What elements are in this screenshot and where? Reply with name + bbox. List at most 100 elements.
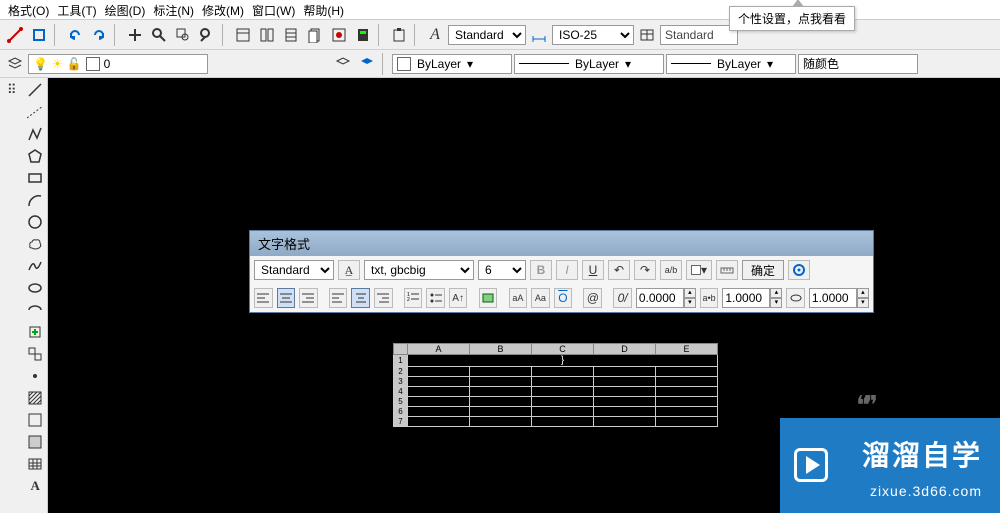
lineweight-selector[interactable]: ByLayer ▾ [666,54,796,74]
dim-style-icon[interactable] [528,24,550,46]
mtext-icon[interactable]: A [25,476,45,496]
zoom-previous-icon[interactable] [196,24,218,46]
menu-tools[interactable]: 工具(T) [57,2,96,17]
justify-left-icon[interactable] [329,288,348,308]
table-cell[interactable] [408,367,470,377]
paste-icon[interactable] [388,24,410,46]
insert-field-icon[interactable] [479,288,498,308]
width-factor-input[interactable]: ▴▾ [722,288,782,308]
options-button[interactable] [788,260,810,280]
menu-draw[interactable]: 绘图(D) [105,2,146,17]
table-cell[interactable] [470,407,532,417]
distance-icon[interactable] [4,24,26,46]
table-cell[interactable] [656,397,718,407]
uppercase-aa-icon[interactable]: aA [509,288,528,308]
oblique-icon[interactable]: 0/ [613,288,632,308]
spin-up-icon[interactable]: ▴ [770,288,782,298]
table-cell[interactable] [470,377,532,387]
layer-states-icon[interactable] [356,53,378,75]
layer-manager-icon[interactable] [4,53,26,75]
spin-down-icon[interactable]: ▾ [857,298,869,308]
align-tr-icon[interactable] [299,288,318,308]
font-select[interactable]: txt, gbcbig [364,260,474,280]
line-icon[interactable] [25,80,45,100]
table-cell[interactable] [656,417,718,427]
hatch-icon[interactable] [25,388,45,408]
design-center-icon[interactable] [256,24,278,46]
text-height-select[interactable]: 6 [478,260,526,280]
symbol-icon[interactable]: @ [583,288,602,308]
circle-icon[interactable] [25,212,45,232]
ruler-button[interactable] [716,260,738,280]
justify-right-icon[interactable] [374,288,393,308]
table-cell[interactable] [408,407,470,417]
table-row-header[interactable]: 7 [394,417,408,427]
dim-style-dropdown[interactable]: ISO-25 [552,25,634,45]
spin-down-icon[interactable]: ▾ [684,298,696,308]
redo-icon[interactable] [88,24,110,46]
numbered-list-icon[interactable]: 12 [404,288,423,308]
align-tl-icon[interactable] [254,288,273,308]
oblique-angle-icon[interactable] [786,288,805,308]
construction-line-icon[interactable] [25,102,45,122]
table-cell[interactable] [656,387,718,397]
table-row-header[interactable]: 4 [394,387,408,397]
table-cell[interactable] [594,417,656,427]
polygon-icon[interactable] [25,146,45,166]
menu-annotate[interactable]: 标注(N) [153,2,194,17]
layer-selector[interactable]: 💡 ☀ 🔓 0 [28,54,208,74]
tracking-input[interactable]: ▴▾ [636,288,696,308]
menu-help[interactable]: 帮助(H) [303,2,344,17]
ellipse-arc-icon[interactable] [25,300,45,320]
table-cell[interactable] [532,407,594,417]
stack-button[interactable]: a/b [660,260,682,280]
lowercase-aa-icon[interactable]: Aa [531,288,550,308]
sheet-set-icon[interactable] [304,24,326,46]
tool-palette-icon[interactable] [280,24,302,46]
font-icon[interactable]: A̲ [338,260,360,280]
zoom-window-icon[interactable] [172,24,194,46]
table-cell[interactable] [656,377,718,387]
point-icon[interactable] [25,366,45,386]
menu-format[interactable]: 格式(O) [8,2,49,17]
table-cell[interactable] [594,367,656,377]
make-block-icon[interactable] [25,344,45,364]
table-cell[interactable] [408,377,470,387]
table-cell[interactable] [470,367,532,377]
arc-icon[interactable] [25,190,45,210]
tooltip-popup[interactable]: 个性设置，点我看看 [729,6,855,31]
table-row-header[interactable]: 3 [394,377,408,387]
table-cell[interactable] [408,397,470,407]
table-row-header[interactable]: 2 [394,367,408,377]
layer-previous-icon[interactable] [332,53,354,75]
table-cell[interactable] [408,387,470,397]
markup-icon[interactable] [328,24,350,46]
table-row-header[interactable]: 5 [394,397,408,407]
underline-button[interactable]: U [582,260,604,280]
spin-up-icon[interactable]: ▴ [684,288,696,298]
table-cell[interactable] [532,377,594,387]
spin-up-icon[interactable]: ▴ [857,288,869,298]
table-row-header[interactable]: 6 [394,407,408,417]
linetype-selector[interactable]: ByLayer ▾ [514,54,664,74]
ok-button[interactable]: 确定 [742,260,784,280]
uppercase-icon[interactable]: A↑ [449,288,468,308]
table-cell[interactable] [408,417,470,427]
table-cell[interactable] [532,397,594,407]
area-icon[interactable] [28,24,50,46]
insert-block-icon[interactable] [25,322,45,342]
cad-table[interactable]: A B C D E 1} 2 3 4 5 6 7 [393,343,718,427]
overline-icon[interactable]: O [554,288,573,308]
text-color-button[interactable]: ▾ [686,260,712,280]
table-style-icon[interactable] [636,24,658,46]
width-factor-icon[interactable]: a•b [700,288,719,308]
redo-button[interactable]: ↷ [634,260,656,280]
menu-window[interactable]: 窗口(W) [252,2,295,17]
table-cell[interactable] [532,417,594,427]
table-cell[interactable] [656,367,718,377]
table-cell[interactable] [594,377,656,387]
revision-cloud-icon[interactable] [25,234,45,254]
table-cell[interactable] [532,387,594,397]
polyline-icon[interactable] [25,124,45,144]
bold-button[interactable]: B [530,260,552,280]
